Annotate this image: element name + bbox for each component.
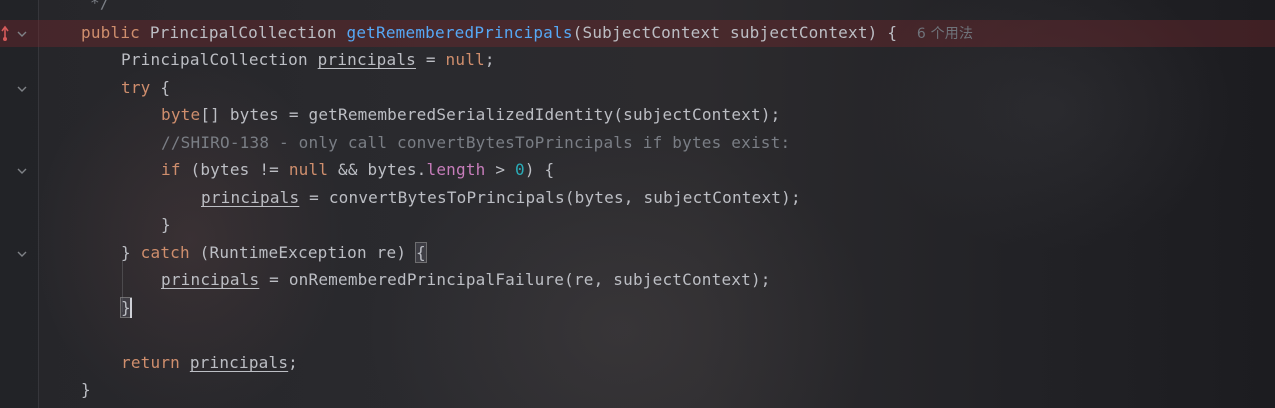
statement: = onRememberedPrincipalFailure(re, subje… (259, 270, 771, 289)
keyword-try: try (121, 78, 151, 97)
number-literal: 0 (515, 160, 525, 179)
keyword-if: if (161, 160, 181, 179)
variable-principals[interactable]: principals (201, 188, 299, 207)
variable-principals[interactable]: principals (190, 353, 288, 372)
keyword-null: null (288, 160, 329, 179)
method-name[interactable]: getRememberedPrincipals (347, 23, 573, 42)
semicolon: ; (288, 353, 299, 372)
condition-part: && bytes. (328, 160, 427, 179)
code-line[interactable]: byte[] bytes = getRememberedSerializedId… (0, 102, 1275, 129)
code-line[interactable]: principals = convertBytesToPrincipals(by… (0, 185, 1275, 212)
fold-arrow-icon[interactable] (16, 248, 28, 260)
comment-end: */ (90, 0, 110, 12)
fold-arrow-icon[interactable] (16, 165, 28, 177)
code-line[interactable]: try { (0, 75, 1275, 102)
keyword-return: return (121, 353, 180, 372)
code-editor[interactable]: */ public PrincipalCollection getRemembe… (0, 0, 1275, 408)
code-line[interactable]: } catch (RuntimeException re) { (0, 240, 1275, 267)
condition-end: ) { (524, 160, 555, 179)
code-line-current[interactable]: } (0, 295, 1275, 322)
code-line[interactable]: } (0, 212, 1275, 239)
code-line[interactable]: //SHIRO-138 - only call convertBytesToPr… (0, 130, 1275, 157)
type-name: PrincipalCollection (121, 50, 308, 69)
code-line[interactable]: if (bytes != null && bytes.length > 0) { (0, 157, 1275, 184)
operator: = (425, 50, 436, 69)
text-caret (130, 298, 132, 318)
closing-brace: } (161, 215, 171, 234)
return-type: PrincipalCollection (149, 23, 337, 42)
closing-brace: } (121, 243, 141, 262)
statement: [] bytes = getRememberedSerializedIdenti… (200, 105, 781, 124)
line-comment: //SHIRO-138 - only call convertBytesToPr… (161, 133, 791, 152)
field-length: length (426, 160, 486, 179)
operator: > (485, 160, 516, 179)
matched-brace: { (415, 242, 427, 263)
keyword-byte: byte (161, 105, 201, 124)
semicolon: ; (484, 50, 495, 69)
catch-params: (RuntimeException re) (189, 243, 416, 262)
brace: { (160, 78, 171, 97)
method-params: (SubjectContext subjectContext) { (572, 23, 898, 42)
closing-brace: } (81, 380, 91, 399)
code-line[interactable]: return principals; (0, 350, 1275, 377)
code-line[interactable]: */ (0, 0, 1275, 17)
fold-arrow-icon[interactable] (16, 83, 28, 95)
variable-principals[interactable]: principals (318, 50, 416, 69)
fold-arrow-icon[interactable] (16, 28, 28, 40)
condition-part: (bytes != (190, 160, 289, 179)
variable-principals[interactable]: principals (161, 270, 259, 289)
keyword-catch: catch (140, 243, 190, 262)
statement: = convertBytesToPrincipals(bytes, subjec… (299, 188, 801, 207)
code-line-highlighted[interactable]: public PrincipalCollection getRemembered… (0, 20, 1275, 47)
code-line[interactable]: principals = onRememberedPrincipalFailur… (0, 267, 1275, 294)
keyword-null: null (445, 50, 485, 69)
code-line[interactable]: PrincipalCollection principals = null; (0, 47, 1275, 74)
breakpoint-arrow-icon[interactable] (0, 22, 10, 44)
usages-hint[interactable]: 6 个用法 (917, 26, 973, 42)
code-line[interactable]: } (0, 377, 1275, 404)
keyword: public (81, 23, 140, 42)
